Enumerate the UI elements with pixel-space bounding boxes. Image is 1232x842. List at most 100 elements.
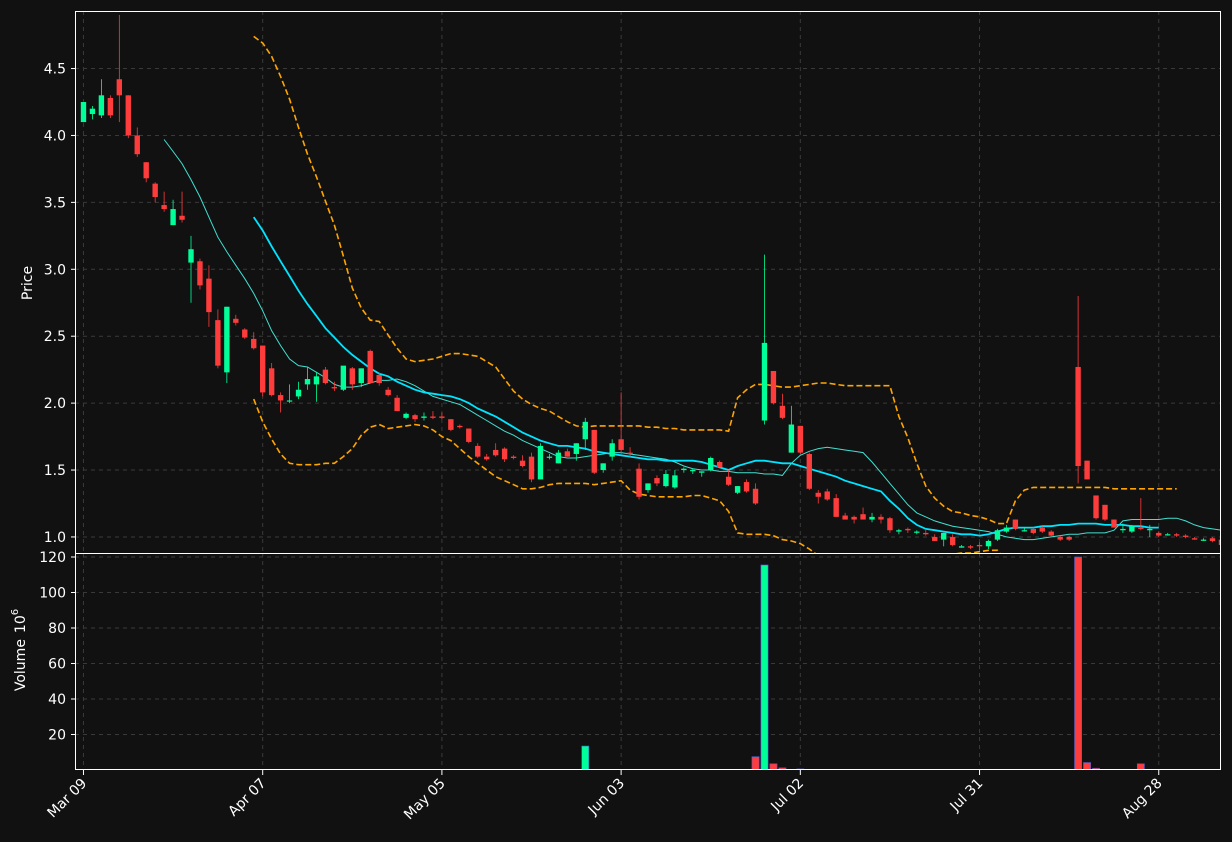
volume-axis-label-text: Volume [13, 639, 29, 691]
candle-body [331, 387, 338, 389]
candle-body [179, 215, 185, 220]
candle-body [89, 108, 96, 115]
candle-body [752, 488, 759, 504]
candle-body [887, 518, 893, 531]
candle-body [663, 474, 669, 487]
candle-body [322, 369, 329, 384]
price-axis-label: Price [20, 266, 36, 300]
candle-body [976, 544, 983, 547]
candle-body [98, 95, 105, 116]
candle-body [609, 443, 615, 457]
candle-body [743, 482, 750, 492]
candlestick-chart: 1.01.52.02.53.03.54.04.5 20406080100120 … [0, 0, 1232, 842]
candle-body [188, 249, 194, 263]
candle-body [806, 453, 812, 489]
candle-body [761, 342, 768, 421]
price-tick-label: 2.5 [44, 329, 66, 345]
candle-body [573, 443, 580, 454]
candle-body [143, 162, 149, 179]
candle-body [681, 468, 687, 471]
candle-body [1182, 535, 1189, 537]
candle-body [466, 428, 472, 442]
candle-body [582, 421, 588, 440]
volume-bar [1083, 762, 1091, 770]
candle-body [851, 516, 857, 520]
candle-body [492, 449, 499, 456]
candle-body [860, 514, 866, 520]
candle-body [376, 375, 382, 384]
price-tick-label: 4.5 [44, 62, 66, 78]
candle-body [385, 389, 391, 396]
candle-body [313, 376, 320, 385]
candle-body [1057, 536, 1063, 540]
candle-body [304, 379, 311, 385]
candle-body [824, 491, 830, 500]
candle-body [716, 461, 723, 468]
volume-tick-label: 100 [39, 586, 66, 602]
candle-body [125, 95, 131, 136]
candle-body [833, 498, 839, 517]
price-tick-label: 3.5 [44, 195, 66, 211]
candle-body [815, 492, 821, 497]
candle-body [448, 419, 454, 430]
candle-body [528, 456, 535, 480]
chart-background [0, 0, 1232, 842]
candle-body [788, 424, 795, 453]
candle-body [484, 456, 490, 460]
volume-axis-label-multiplier: 10 [13, 615, 29, 633]
candle-body [699, 471, 705, 473]
candle-body [134, 135, 140, 155]
candle-body [403, 413, 409, 418]
candle-body [394, 397, 400, 412]
volume-bar [751, 756, 760, 770]
candle-body [1111, 519, 1117, 528]
candle-body [170, 209, 176, 226]
volume-tick-label: 40 [48, 692, 66, 708]
candle-body [197, 261, 203, 286]
candle-body [242, 329, 248, 338]
candle-body [457, 425, 463, 428]
candle-body [1209, 538, 1216, 541]
candle-body [475, 445, 481, 457]
candle-body [618, 439, 624, 450]
candle-body [949, 536, 956, 545]
candle-body [367, 350, 373, 384]
candle-body [1066, 536, 1072, 540]
candle-body [672, 475, 678, 488]
candle-body [251, 338, 257, 349]
candle-body [1075, 366, 1081, 467]
candle-body [268, 368, 275, 396]
volume-bar [760, 564, 769, 770]
candle-body [1173, 534, 1180, 536]
candle-body [277, 395, 284, 401]
candle-body [206, 278, 212, 313]
candle-body [869, 516, 875, 520]
candle-body [914, 531, 920, 533]
volume-tick-label: 20 [48, 728, 66, 744]
candle-body [421, 416, 427, 418]
price-tick-label: 4.0 [44, 128, 66, 144]
candle-body [1048, 531, 1054, 536]
candle-body [958, 546, 965, 548]
candle-body [779, 405, 786, 418]
candle-body [260, 345, 266, 393]
price-tick-label: 1.0 [44, 530, 66, 546]
candle-body [1120, 528, 1126, 531]
candle-body [770, 370, 777, 404]
candle-body [967, 546, 974, 548]
candle-body [1129, 526, 1135, 532]
volume-bar [1074, 556, 1082, 770]
candle-body [654, 478, 660, 484]
candle-body [923, 532, 929, 535]
price-tick-label: 3.0 [44, 262, 66, 278]
candle-body [842, 515, 848, 520]
volume-tick-label: 80 [48, 621, 66, 637]
candle-body [224, 306, 230, 373]
candle-body [1030, 528, 1036, 533]
candle-body [708, 457, 714, 471]
candle-body [627, 452, 633, 454]
candle-body [1039, 527, 1045, 532]
candle-body [152, 183, 158, 198]
candle-body [295, 389, 302, 397]
candle-body [896, 530, 902, 532]
